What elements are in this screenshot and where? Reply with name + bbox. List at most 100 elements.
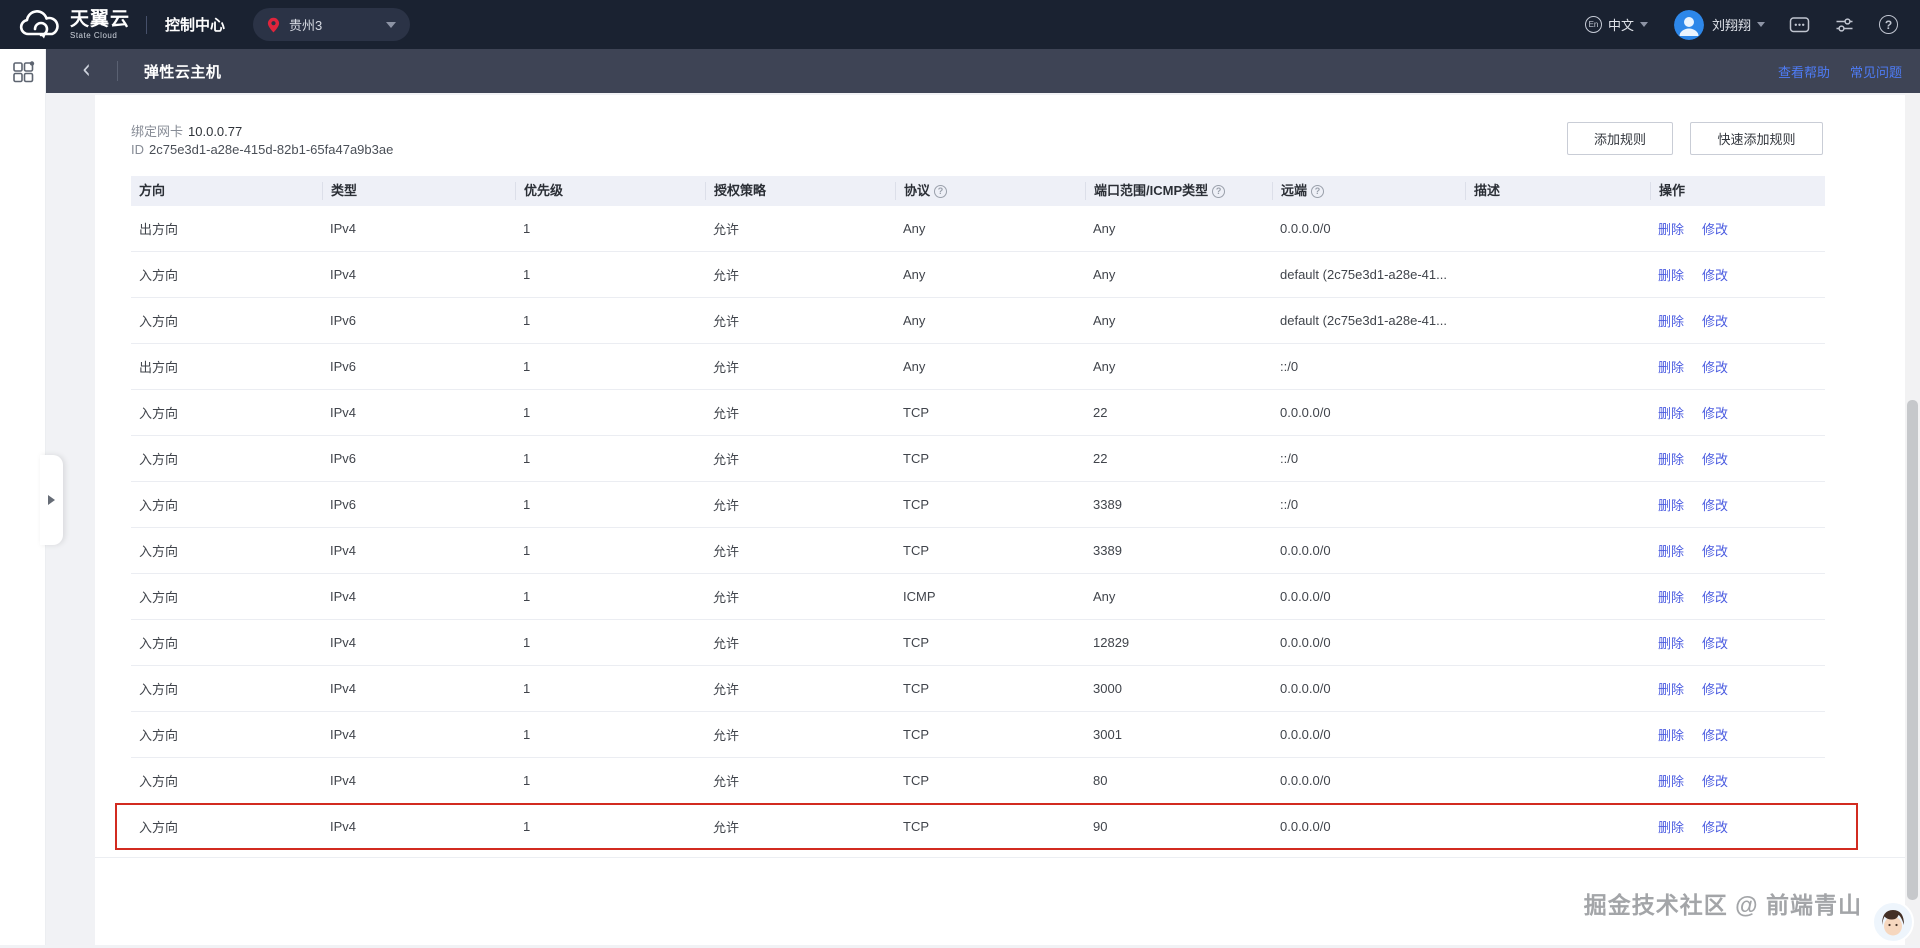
- modify-link[interactable]: 修改: [1702, 406, 1728, 421]
- modify-link[interactable]: 修改: [1702, 636, 1728, 651]
- rules-table: 方向类型优先级授权策略协议?端口范围/ICMP类型?远端?描述操作 出方向IPv…: [131, 176, 1825, 850]
- table-row: 入方向IPv61允许TCP3389::/0删除修改: [131, 482, 1825, 528]
- delete-link[interactable]: 删除: [1658, 682, 1684, 697]
- cell-remote: 0.0.0.0/0: [1272, 773, 1465, 788]
- cell-policy: 允许: [705, 725, 895, 744]
- vertical-scrollbar-thumb[interactable]: [1907, 400, 1918, 900]
- modify-link[interactable]: 修改: [1702, 314, 1728, 329]
- modify-link[interactable]: 修改: [1702, 682, 1728, 697]
- delete-link[interactable]: 删除: [1658, 360, 1684, 375]
- apps-grid-icon[interactable]: [11, 60, 35, 84]
- modify-link[interactable]: 修改: [1702, 728, 1728, 743]
- cell-type: IPv4: [322, 635, 515, 650]
- cell-priority: 1: [515, 267, 705, 282]
- cell-priority: 1: [515, 221, 705, 236]
- cell-actions: 删除 修改: [1650, 357, 1825, 376]
- cell-priority: 1: [515, 543, 705, 558]
- user-menu[interactable]: 刘翔翔: [1674, 10, 1765, 40]
- cell-direction: 出方向: [131, 219, 322, 238]
- cell-protocol: Any: [895, 313, 1085, 328]
- topbar-divider: [146, 16, 147, 34]
- column-help-icon[interactable]: ?: [1212, 185, 1225, 198]
- modify-link[interactable]: 修改: [1702, 774, 1728, 789]
- view-help-link[interactable]: 查看帮助: [1778, 62, 1830, 81]
- table-row: 出方向IPv61允许AnyAny::/0删除修改: [131, 344, 1825, 390]
- cell-type: IPv4: [322, 819, 515, 834]
- brand-logo[interactable]: 天翼云 State Cloud: [18, 10, 130, 40]
- delete-link[interactable]: 删除: [1658, 636, 1684, 651]
- message-icon[interactable]: [1789, 15, 1810, 35]
- faq-link[interactable]: 常见问题: [1850, 62, 1902, 81]
- delete-link[interactable]: 删除: [1658, 452, 1684, 467]
- cell-actions: 删除 修改: [1650, 587, 1825, 606]
- cell-priority: 1: [515, 451, 705, 466]
- delete-link[interactable]: 删除: [1658, 222, 1684, 237]
- help-icon[interactable]: ?: [1879, 15, 1898, 34]
- nic-ip-value: 10.0.0.77: [188, 124, 242, 139]
- modify-link[interactable]: 修改: [1702, 222, 1728, 237]
- brand-subtitle: State Cloud: [70, 32, 130, 40]
- delete-link[interactable]: 删除: [1658, 544, 1684, 559]
- cell-actions: 删除 修改: [1650, 771, 1825, 790]
- cell-actions: 删除 修改: [1650, 633, 1825, 652]
- cell-port_range: Any: [1085, 221, 1272, 236]
- cell-remote: 0.0.0.0/0: [1272, 221, 1465, 236]
- brand-name: 天翼云: [70, 10, 130, 29]
- table-bottom-divider: [95, 857, 1905, 858]
- cell-priority: 1: [515, 681, 705, 696]
- col-header-port_range: 端口范围/ICMP类型?: [1085, 182, 1272, 200]
- delete-link[interactable]: 删除: [1658, 774, 1684, 789]
- settings-sliders-icon[interactable]: [1834, 15, 1855, 35]
- table-body: 出方向IPv41允许AnyAny0.0.0.0/0删除修改入方向IPv41允许A…: [131, 206, 1825, 850]
- cell-priority: 1: [515, 359, 705, 374]
- modify-link[interactable]: 修改: [1702, 498, 1728, 513]
- back-button[interactable]: ‹: [82, 58, 91, 84]
- nic-label: 绑定网卡: [131, 124, 183, 139]
- table-row: 出方向IPv41允许AnyAny0.0.0.0/0删除修改: [131, 206, 1825, 252]
- cell-protocol: Any: [895, 359, 1085, 374]
- modify-link[interactable]: 修改: [1702, 452, 1728, 467]
- watermark-text: 掘金技术社区 @ 前端青山: [1584, 886, 1862, 920]
- sidebar-expand-handle[interactable]: [40, 455, 63, 545]
- cell-remote: 0.0.0.0/0: [1272, 727, 1465, 742]
- region-selector[interactable]: 贵州3: [253, 8, 410, 41]
- quick-add-rule-button[interactable]: 快速添加规则: [1690, 122, 1823, 155]
- modify-link[interactable]: 修改: [1702, 820, 1728, 835]
- modify-link[interactable]: 修改: [1702, 590, 1728, 605]
- cell-direction: 入方向: [131, 633, 322, 652]
- cell-actions: 删除 修改: [1650, 817, 1825, 836]
- modify-link[interactable]: 修改: [1702, 268, 1728, 283]
- region-name: 贵州3: [289, 15, 364, 34]
- chevron-down-icon: [1640, 22, 1648, 27]
- delete-link[interactable]: 删除: [1658, 820, 1684, 835]
- cell-type: IPv6: [322, 359, 515, 374]
- col-header-direction: 方向: [131, 182, 322, 200]
- col-header-policy: 授权策略: [705, 182, 895, 200]
- cell-policy: 允许: [705, 495, 895, 514]
- table-row: 入方向IPv41允许AnyAnydefault (2c75e3d1-a28e-4…: [131, 252, 1825, 298]
- bound-nic-info: 绑定网卡 10.0.0.77: [131, 121, 242, 140]
- modify-link[interactable]: 修改: [1702, 544, 1728, 559]
- top-navbar: 天翼云 State Cloud 控制中心 贵州3 En 中文: [0, 0, 1920, 49]
- security-group-rules-panel: 绑定网卡10.0.0.77 ID2c75e3d1-a28e-415d-82b1-…: [95, 95, 1905, 945]
- delete-link[interactable]: 删除: [1658, 590, 1684, 605]
- console-center-link[interactable]: 控制中心: [165, 14, 225, 35]
- delete-link[interactable]: 删除: [1658, 406, 1684, 421]
- add-rule-button[interactable]: 添加规则: [1567, 122, 1673, 155]
- language-switcher[interactable]: En 中文: [1585, 15, 1648, 34]
- vertical-scrollbar-track: [1905, 93, 1920, 945]
- column-help-icon[interactable]: ?: [1311, 185, 1324, 198]
- cell-direction: 入方向: [131, 587, 322, 606]
- delete-link[interactable]: 删除: [1658, 314, 1684, 329]
- delete-link[interactable]: 删除: [1658, 728, 1684, 743]
- cell-port_range: 3000: [1085, 681, 1272, 696]
- modify-link[interactable]: 修改: [1702, 360, 1728, 375]
- cell-port_range: Any: [1085, 313, 1272, 328]
- col-header-description: 描述: [1465, 182, 1650, 200]
- column-help-icon[interactable]: ?: [934, 185, 947, 198]
- delete-link[interactable]: 删除: [1658, 498, 1684, 513]
- cell-direction: 入方向: [131, 403, 322, 422]
- cell-type: IPv6: [322, 451, 515, 466]
- table-row-highlighted: 入方向IPv41允许TCP900.0.0.0/0删除修改: [131, 804, 1825, 850]
- delete-link[interactable]: 删除: [1658, 268, 1684, 283]
